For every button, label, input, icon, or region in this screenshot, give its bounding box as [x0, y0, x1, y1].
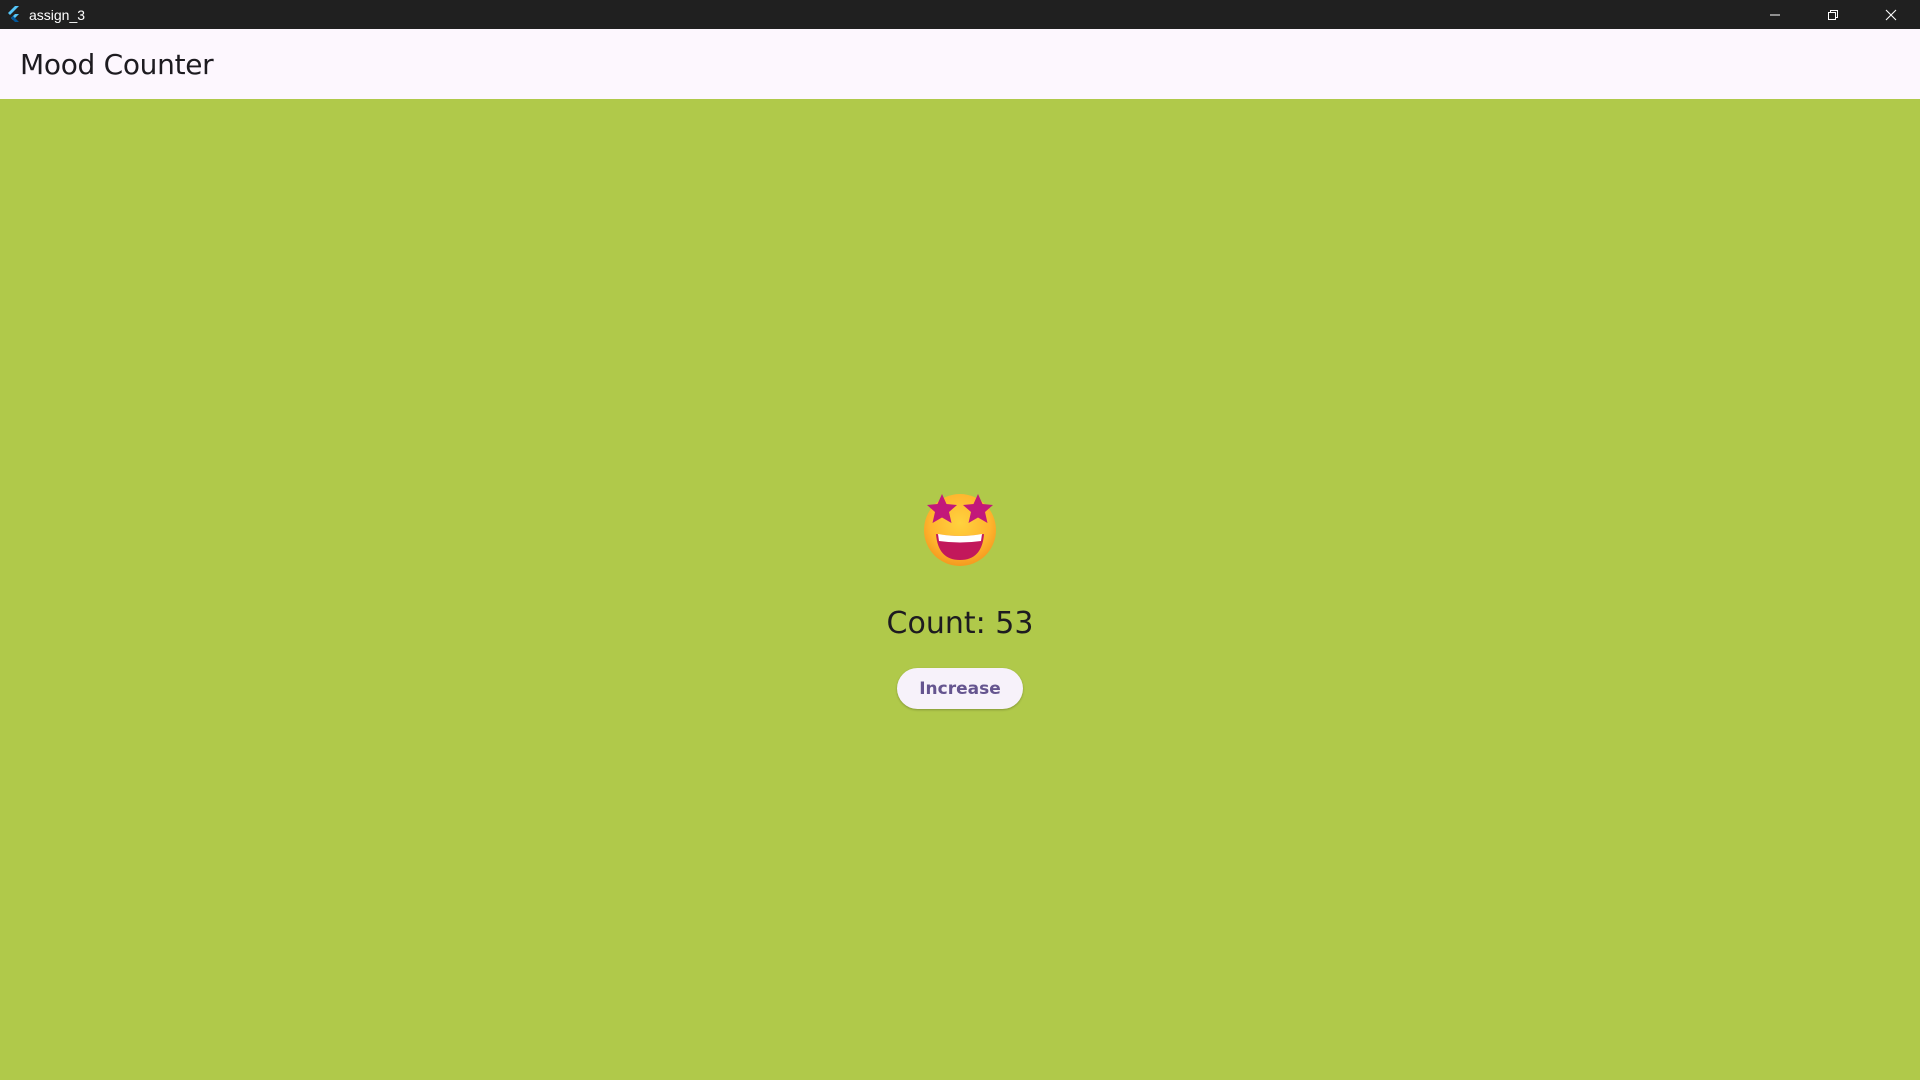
count-label: Count: 53: [886, 606, 1034, 641]
app-window: assign_3 Mood Counter Count: 53 Increase: [0, 0, 1920, 1080]
flutter-logo-icon: [4, 5, 24, 25]
star-struck-emoji-icon: [924, 494, 996, 566]
restore-button[interactable]: [1804, 0, 1862, 29]
page-title: Mood Counter: [20, 47, 214, 81]
minimize-icon: [1770, 14, 1780, 15]
app-bar: Mood Counter: [0, 29, 1920, 99]
increase-button[interactable]: Increase: [897, 668, 1023, 709]
close-button[interactable]: [1862, 0, 1920, 29]
main-content: Count: 53 Increase: [0, 99, 1920, 1080]
window-title: assign_3: [29, 6, 86, 23]
title-bar: assign_3: [0, 0, 1920, 29]
minimize-button[interactable]: [1746, 0, 1804, 29]
restore-icon: [1828, 9, 1838, 20]
close-icon: [1885, 9, 1897, 20]
